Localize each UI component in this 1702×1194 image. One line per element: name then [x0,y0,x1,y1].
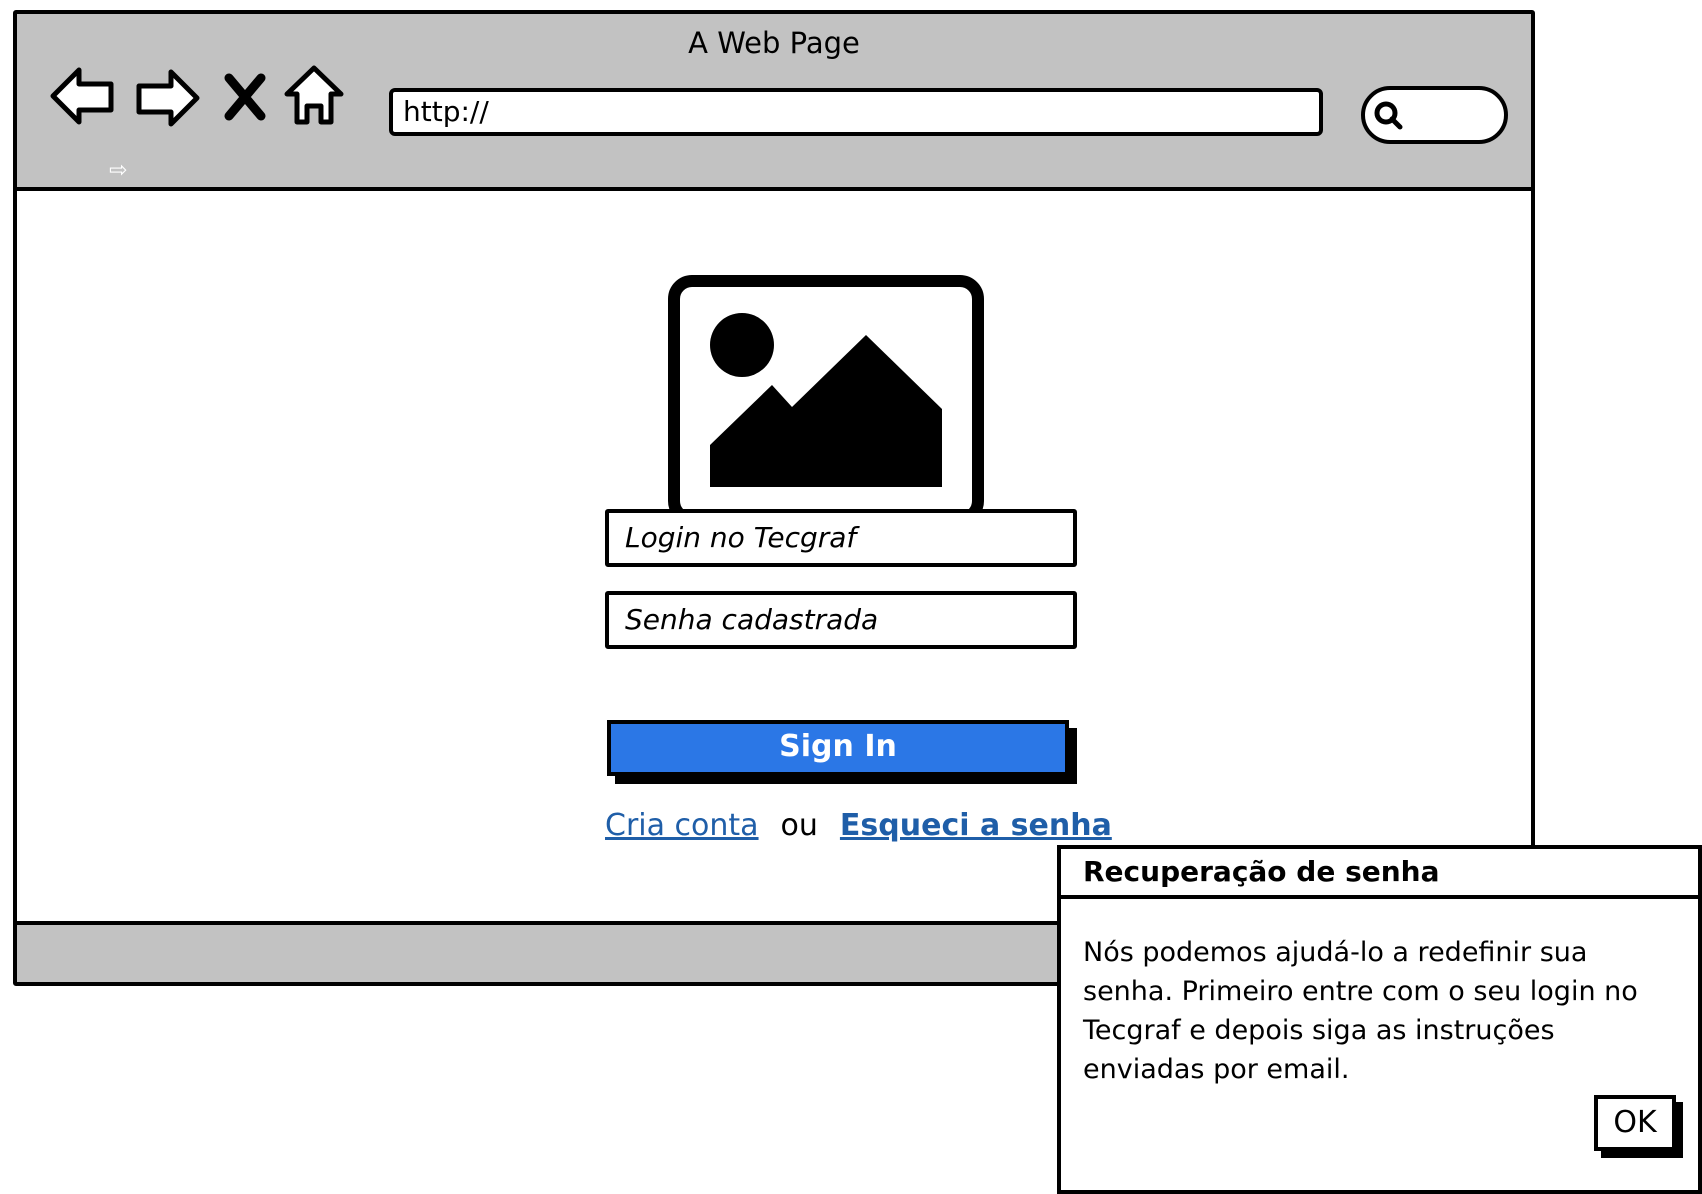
create-account-link[interactable]: Cria conta [605,808,759,843]
search-input[interactable] [1361,86,1508,144]
account-links: Cria conta ou Esqueci a senha [605,808,1112,843]
password-field[interactable]: Senha cadastrada [605,591,1077,649]
dialog-message: Nós podemos ajudá-lo a redefinir sua sen… [1083,937,1638,1085]
window-title: A Web Page [688,26,860,60]
search-icon [1374,101,1403,130]
home-icon[interactable] [283,62,345,128]
close-x-icon[interactable] [223,72,267,122]
url-input[interactable]: http:// [389,88,1323,136]
or-text: ou [780,808,818,843]
forgot-password-link[interactable]: Esqueci a senha [840,808,1112,843]
browser-window: A Web Page http:// ⇨ Login no Tecgraf Se… [13,10,1535,986]
back-arrow-icon[interactable] [49,64,119,128]
forward-arrow-icon[interactable] [131,66,201,130]
password-recovery-dialog: Recuperação de senha Nós podemos ajudá-l… [1057,845,1702,1194]
ok-button[interactable]: OK [1594,1095,1676,1151]
image-placeholder-icon [668,275,984,525]
sign-in-button[interactable]: Sign In [607,720,1069,776]
dialog-title: Recuperação de senha [1061,849,1698,899]
username-field[interactable]: Login no Tecgraf [605,509,1077,567]
page-content: Login no Tecgraf Senha cadastrada Sign I… [17,187,1531,925]
small-arrow-icon: ⇨ [109,158,128,183]
